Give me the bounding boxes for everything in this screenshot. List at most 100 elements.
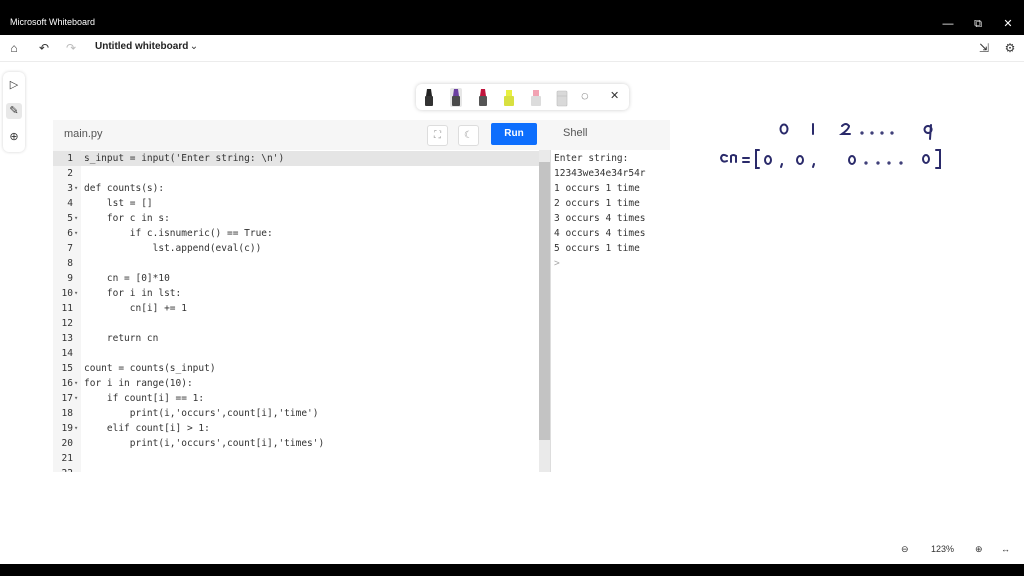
code-ide-embed: main.py ⛶ ☾ Run Shell 1 s_input = input('… <box>53 120 671 472</box>
fold-arrow-icon[interactable]: ▾ <box>74 391 78 406</box>
restore-icon[interactable]: ⧉ <box>970 16 986 32</box>
settings-icon[interactable]: ⚙ <box>1002 40 1018 56</box>
code-line[interactable]: 19 ▾ elif count[i] > 1: <box>53 421 539 436</box>
code-line[interactable]: 16 ▾ for i in range(10): <box>53 376 539 391</box>
line-number: 7 <box>67 243 73 254</box>
share-icon[interactable]: ⇲ <box>976 40 992 56</box>
eraser-icon[interactable] <box>555 88 569 107</box>
theme-toggle-icon[interactable]: ☾ <box>458 125 479 146</box>
shell-output[interactable]: Enter string: 12343we34e34r54r 1 occurs 1 … <box>550 150 671 472</box>
purple-pen-icon[interactable] <box>449 88 463 107</box>
fullscreen-icon[interactable]: ⛶ <box>427 125 448 146</box>
code-editor[interactable]: 1 s_input = input('Enter string: \n') 2 3 ▾ d… <box>53 150 539 472</box>
code-line[interactable]: 21 <box>53 451 539 466</box>
document-title[interactable]: Untitled whiteboard <box>95 41 188 52</box>
code-line[interactable]: 8 <box>53 256 539 271</box>
shell-line: 12343we34e34r54r <box>554 168 646 179</box>
fold-arrow-icon[interactable]: ▾ <box>74 286 78 301</box>
fit-to-screen-icon[interactable]: ↔ <box>1001 544 1010 554</box>
fold-arrow-icon[interactable]: ▾ <box>74 181 78 196</box>
code-line[interactable]: 11 cn[i] += 1 <box>53 301 539 316</box>
code-line[interactable]: 9 cn = [0]*10 <box>53 271 539 286</box>
code-line[interactable]: 3 ▾ def counts(s): <box>53 181 539 196</box>
close-icon[interactable]: ✕ <box>1000 16 1016 32</box>
scrollbar-thumb[interactable] <box>539 162 550 440</box>
zoom-level[interactable]: 123% <box>931 544 954 554</box>
handwritten-notes <box>719 123 941 169</box>
redo-icon[interactable]: ↷ <box>63 40 79 56</box>
shell-line: 1 occurs 1 time <box>554 183 640 194</box>
line-number: 13 <box>61 333 73 344</box>
zoom-controls: ⊖ 123% ⊕ ↔ <box>893 541 1019 561</box>
line-number: 2 <box>67 168 73 179</box>
code-text: elif count[i] > 1: <box>84 423 210 434</box>
pink-highlighter-icon[interactable] <box>529 88 543 107</box>
line-number: 11 <box>61 303 73 314</box>
code-line[interactable]: 5 ▾ for c in s: <box>53 211 539 226</box>
line-number: 12 <box>61 318 73 329</box>
code-line[interactable]: 4 lst = [] <box>53 196 539 211</box>
shell-line: 3 occurs 4 times <box>554 213 646 224</box>
line-number: 9 <box>67 273 73 284</box>
code-text: for i in range(10): <box>84 378 193 389</box>
file-tab-main[interactable]: main.py <box>64 128 103 140</box>
code-line[interactable]: 18 print(i,'occurs',count[i],'time') <box>53 406 539 421</box>
editor-scrollbar[interactable] <box>539 150 550 472</box>
code-text: if c.isnumeric() == True: <box>84 228 273 239</box>
code-line[interactable]: 1 s_input = input('Enter string: \n') <box>53 151 539 166</box>
code-line[interactable]: 17 ▾ if count[i] == 1: <box>53 391 539 406</box>
code-text: s_input = input('Enter string: \n') <box>84 153 285 164</box>
line-number: 6 <box>67 228 73 239</box>
undo-icon[interactable]: ↶ <box>36 40 52 56</box>
code-text: cn[i] += 1 <box>84 303 187 314</box>
black-pen-icon[interactable] <box>422 88 436 107</box>
red-pen-icon[interactable] <box>476 88 490 107</box>
minimize-icon[interactable]: — <box>940 16 956 32</box>
home-icon[interactable]: ⌂ <box>6 40 22 56</box>
code-line[interactable]: 13 return cn <box>53 331 539 346</box>
app-toolbar: ⌂ ↶ ↷ Untitled whiteboard ⌄ ⇲ ⚙ <box>0 35 1024 62</box>
close-tray-icon[interactable]: ✕ <box>610 89 619 102</box>
code-line[interactable]: 10 ▾ for i in lst: <box>53 286 539 301</box>
chevron-down-icon[interactable]: ⌄ <box>186 39 202 55</box>
shell-prompt[interactable]: > <box>554 256 560 271</box>
fold-arrow-icon[interactable]: ▾ <box>74 226 78 241</box>
code-text: for i in lst: <box>84 288 182 299</box>
top-black-band <box>0 0 1024 13</box>
lasso-icon[interactable]: ◌ <box>581 88 589 103</box>
line-number: 18 <box>61 408 73 419</box>
code-line[interactable]: 15 count = counts(s_input) <box>53 361 539 376</box>
code-line[interactable]: 20 print(i,'occurs',count[i],'times') <box>53 436 539 451</box>
line-number: 10 <box>61 288 73 299</box>
side-toolbar: ▷ ✎ ⊕ <box>3 72 25 152</box>
shell-line: 5 occurs 1 time <box>554 243 640 254</box>
ide-header: main.py ⛶ ☾ Run Shell <box>53 120 670 150</box>
bottom-black-band <box>0 564 1024 576</box>
code-text: for c in s: <box>84 213 170 224</box>
fold-arrow-icon[interactable]: ▾ <box>74 421 78 436</box>
zoom-out-icon[interactable]: ⊖ <box>901 544 909 555</box>
fold-arrow-icon[interactable]: ▾ <box>74 211 78 226</box>
code-line[interactable]: 22 <box>53 466 539 472</box>
run-button[interactable]: Run <box>491 123 537 145</box>
line-number: 5 <box>67 213 73 224</box>
line-number: 16 <box>61 378 73 389</box>
add-icon[interactable]: ⊕ <box>6 129 22 145</box>
code-line[interactable]: 7 lst.append(eval(c)) <box>53 241 539 256</box>
fold-arrow-icon[interactable]: ▾ <box>74 376 78 391</box>
code-line[interactable]: 2 <box>53 166 539 181</box>
line-number: 4 <box>67 198 73 209</box>
code-line[interactable]: 12 <box>53 316 539 331</box>
line-number: 22 <box>53 466 73 472</box>
code-text: lst = [] <box>84 198 153 209</box>
shell-tab[interactable]: Shell <box>563 127 587 139</box>
line-number: 1 <box>67 153 73 164</box>
zoom-in-icon[interactable]: ⊕ <box>975 544 983 555</box>
yellow-highlighter-icon[interactable] <box>502 88 516 107</box>
code-text: print(i,'occurs',count[i],'times') <box>84 438 325 449</box>
code-line[interactable]: 14 <box>53 346 539 361</box>
code-text: return cn <box>84 333 159 344</box>
select-tool-icon[interactable]: ▷ <box>6 77 22 93</box>
pen-tool-icon[interactable]: ✎ <box>6 103 22 119</box>
code-line[interactable]: 6 ▾ if c.isnumeric() == True: <box>53 226 539 241</box>
